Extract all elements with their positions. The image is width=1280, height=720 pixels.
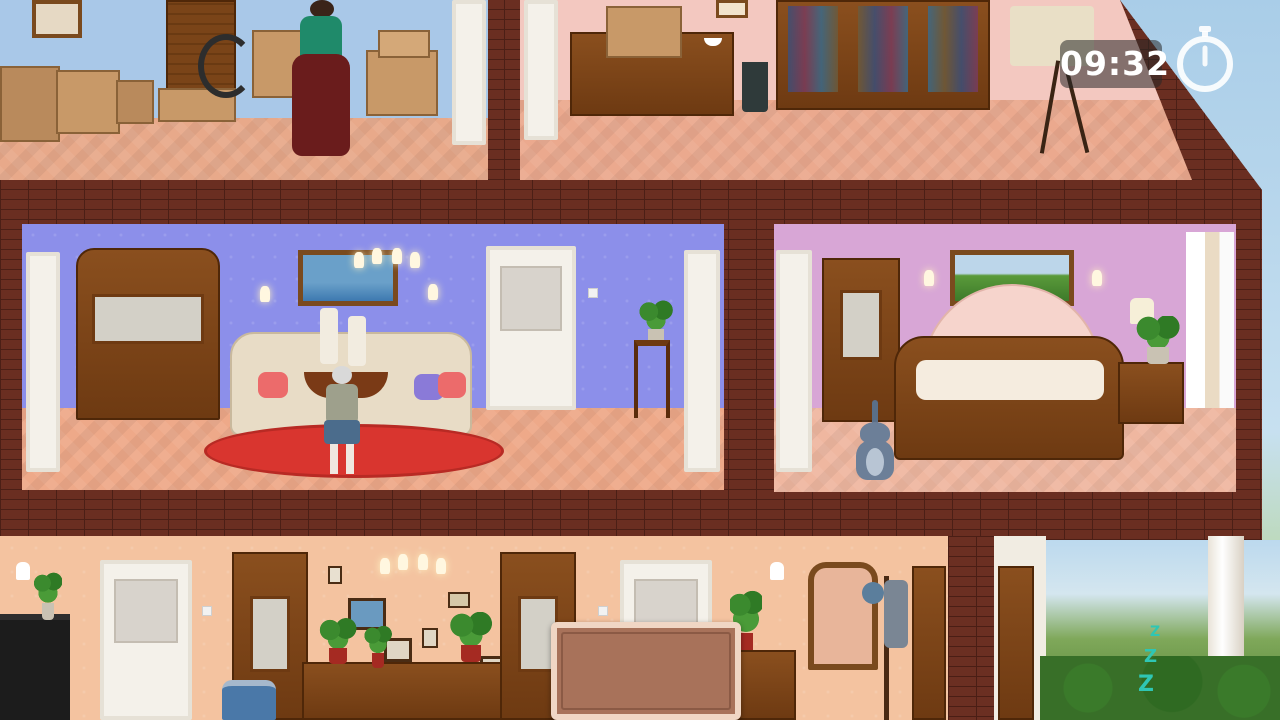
piano[interactable] bbox=[0, 614, 70, 720]
wall-clock-frame bbox=[716, 0, 748, 18]
light-switch[interactable] bbox=[202, 606, 212, 616]
ground-floor-hall[interactable] bbox=[0, 536, 948, 720]
dresser[interactable] bbox=[732, 650, 796, 720]
plant-stand[interactable] bbox=[634, 340, 670, 418]
bookcase[interactable] bbox=[776, 0, 990, 110]
study-room[interactable] bbox=[520, 0, 1192, 180]
game-scene: Z Z Z 09:32 bbox=[0, 0, 1280, 720]
potted-plant[interactable] bbox=[364, 624, 392, 668]
storage-right-door[interactable] bbox=[452, 0, 486, 145]
potted-plant[interactable] bbox=[318, 618, 358, 664]
hall-door[interactable] bbox=[100, 560, 192, 720]
wall-sconce bbox=[428, 284, 438, 300]
living-room[interactable] bbox=[22, 224, 724, 490]
interior-door[interactable] bbox=[486, 246, 576, 410]
cushion[interactable] bbox=[438, 372, 466, 398]
ceiling-lamp bbox=[16, 562, 30, 580]
cushion[interactable] bbox=[258, 372, 288, 398]
potted-plant[interactable] bbox=[1134, 316, 1182, 364]
left-door[interactable] bbox=[26, 252, 60, 472]
box[interactable] bbox=[378, 30, 430, 58]
ground-floor-brick-pillar bbox=[948, 536, 994, 720]
potted-plant[interactable] bbox=[638, 300, 674, 344]
wall-picture bbox=[32, 0, 82, 38]
ship-in-box[interactable] bbox=[606, 6, 682, 58]
vase[interactable] bbox=[222, 680, 276, 720]
wall-sconce bbox=[260, 286, 270, 302]
study-door[interactable] bbox=[524, 0, 558, 140]
right-door[interactable] bbox=[684, 250, 720, 472]
porch-door[interactable] bbox=[998, 566, 1034, 720]
grandma[interactable] bbox=[320, 366, 364, 476]
chandelier bbox=[350, 234, 422, 280]
light-switch[interactable] bbox=[598, 606, 608, 616]
hall-chandelier bbox=[376, 546, 448, 586]
umbrella-stand[interactable] bbox=[742, 62, 768, 112]
window-curtains bbox=[1186, 232, 1234, 408]
ceiling-lamp bbox=[770, 562, 784, 580]
sideboard[interactable] bbox=[302, 662, 508, 720]
vacuum-cleaner[interactable] bbox=[198, 34, 254, 98]
box[interactable] bbox=[0, 66, 60, 142]
potted-plant[interactable] bbox=[34, 570, 62, 620]
front-door[interactable] bbox=[912, 566, 946, 720]
sleep-indicator: Z Z Z bbox=[1138, 624, 1161, 697]
potted-plant[interactable] bbox=[448, 612, 494, 662]
bed[interactable] bbox=[894, 336, 1124, 460]
bedroom[interactable] bbox=[774, 224, 1236, 492]
nightstand[interactable] bbox=[1118, 362, 1184, 424]
box[interactable] bbox=[56, 70, 120, 134]
cabinet[interactable] bbox=[76, 248, 220, 420]
wardrobe[interactable] bbox=[822, 258, 900, 422]
bedroom-door[interactable] bbox=[776, 250, 812, 472]
countdown-timer: 09:32 bbox=[1060, 40, 1169, 88]
wall-sconce bbox=[924, 270, 934, 286]
cat[interactable] bbox=[854, 400, 896, 482]
box[interactable] bbox=[116, 80, 154, 124]
storage-room[interactable] bbox=[0, 0, 488, 180]
box[interactable] bbox=[366, 50, 438, 116]
action-panel[interactable] bbox=[551, 622, 741, 720]
woman-in-green[interactable] bbox=[288, 0, 354, 158]
coat-rack[interactable] bbox=[862, 576, 912, 720]
wall-sconce bbox=[1092, 270, 1102, 286]
light-switch[interactable] bbox=[588, 288, 598, 298]
stopwatch-icon[interactable] bbox=[1174, 24, 1236, 94]
